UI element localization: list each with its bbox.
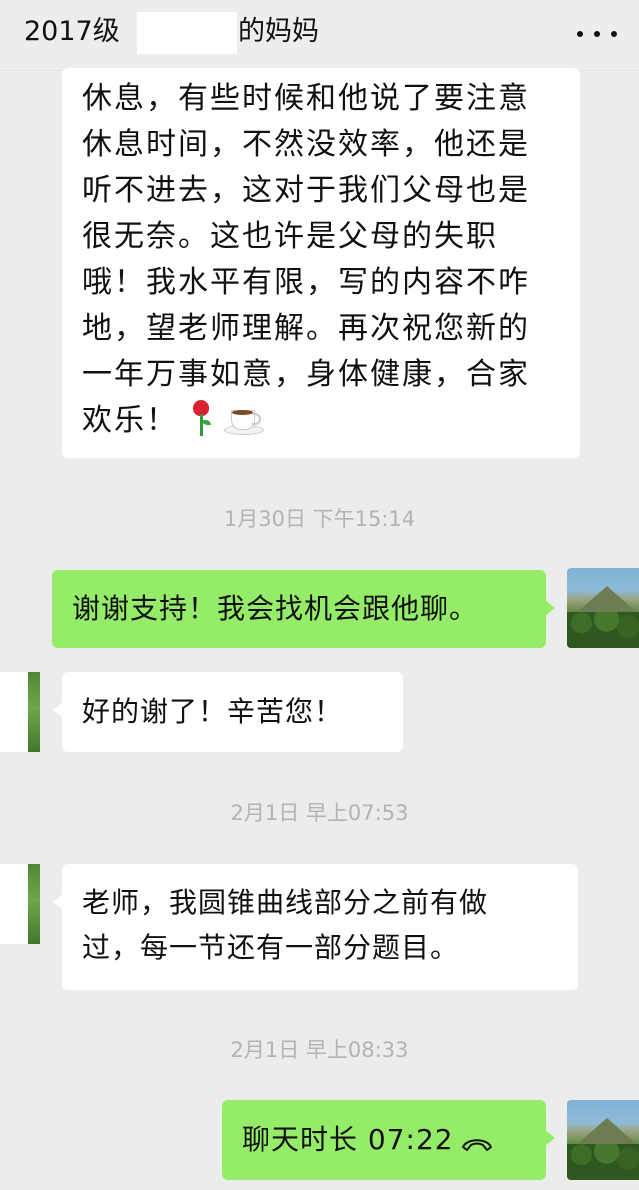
- more-dots-icon[interactable]: [577, 22, 617, 46]
- chat-title-prefix: 2017级: [24, 16, 120, 47]
- avatar-image: [28, 672, 40, 752]
- message-line: 一年万事如意，身体健康，合家: [82, 357, 530, 392]
- trees-image: [567, 1144, 639, 1180]
- message-line: 休息，有些时候和他说了要注意: [82, 81, 530, 116]
- contact-avatar[interactable]: [0, 672, 40, 752]
- message-line: 很无奈。这也许是父母的失职: [82, 219, 498, 254]
- more-dot: [577, 31, 583, 37]
- message-line: 地，望老师理解。再次祝您新的: [82, 311, 530, 346]
- coffee-emoji-icon: [224, 400, 264, 436]
- timestamp: 1月30日 下午15:14: [223, 507, 416, 531]
- message-line-text: 欢乐！: [82, 403, 178, 438]
- timestamp: 2月1日 早上07:53: [230, 801, 409, 825]
- message-line: 哦！我水平有限，写的内容不咋: [82, 265, 530, 300]
- message-bubble-contact[interactable]: 好的谢了！辛苦您！: [53, 672, 403, 752]
- call-record-bubble[interactable]: 聊天时长 07:22: [222, 1100, 555, 1180]
- message-line: 过，每一节还有一部分题目。: [82, 931, 460, 964]
- message-line: 听不进去，这对于我们父母也是: [82, 173, 530, 208]
- my-avatar[interactable]: [567, 1100, 639, 1180]
- chat-header: 2017级 的妈妈: [0, 0, 639, 71]
- timestamp: 2月1日 早上08:33: [230, 1038, 409, 1062]
- rose-emoji-icon: [188, 400, 214, 436]
- message-bubble-contact[interactable]: 休息，有些时候和他说了要注意 休息时间，不然没效率，他还是 听不进去，这对于我们…: [62, 68, 580, 458]
- hang-up-phone-icon: [461, 1139, 492, 1151]
- more-dot: [611, 31, 617, 37]
- my-avatar[interactable]: [567, 568, 639, 648]
- avatar-image: [28, 864, 40, 944]
- message-bubble-contact[interactable]: 老师，我圆锥曲线部分之前有做 过，每一节还有一部分题目。: [53, 864, 578, 990]
- call-duration-text: 聊天时长 07:22: [242, 1123, 454, 1156]
- message-bubble-me[interactable]: 谢谢支持！我会找机会跟他聊。: [52, 570, 555, 648]
- chat-title-suffix: 的妈妈: [238, 16, 319, 47]
- redacted-name-mask: [137, 12, 237, 54]
- more-dot: [594, 31, 600, 37]
- contact-avatar[interactable]: [0, 864, 40, 944]
- trees-image: [567, 612, 639, 648]
- message-line: 老师，我圆锥曲线部分之前有做: [82, 886, 489, 919]
- message-line: 休息时间，不然没效率，他还是: [82, 127, 530, 162]
- message-last-line: 欢乐！: [82, 398, 564, 444]
